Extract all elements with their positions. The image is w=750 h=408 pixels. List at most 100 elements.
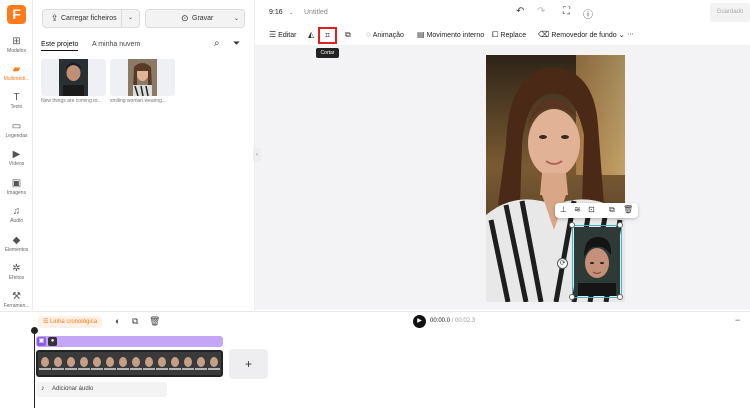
rail-item-elements[interactable]: ◆ Elementos [0, 235, 33, 253]
media-thumbnail-image [128, 59, 157, 96]
templates-icon: ⊞ [12, 36, 21, 47]
effects-icon: ✲ [12, 263, 21, 274]
search-icon[interactable]: ⌕ [214, 38, 220, 49]
timeline-icon: ☰ [42, 319, 50, 325]
rail-item-tools[interactable]: ⚒ Ferramen... [0, 291, 33, 309]
layers-icon[interactable]: ≋ [574, 205, 581, 214]
overlay-track-clip[interactable]: ▣ ● [36, 336, 223, 347]
rail-item-captions[interactable]: ▭ Legendas [0, 121, 33, 139]
media-caption: New things are coming to... [41, 98, 102, 104]
timeline-toggle-button[interactable]: ☰ Linha cronológica [38, 316, 102, 328]
rail-label: Áudio [10, 218, 23, 224]
media-thumbnail[interactable] [110, 59, 175, 96]
resize-handle[interactable] [569, 294, 575, 300]
duplicate-icon[interactable]: ⧉ [609, 205, 615, 215]
replace-button[interactable]: ⧠ Replace [492, 30, 526, 40]
top-bar: 9:16 ⌄ Untitled ↶ ↷ ⛶ ⓘ Guardado [255, 0, 750, 26]
add-audio-label: Adicionar áudio [52, 386, 94, 392]
resize-handle[interactable] [569, 222, 575, 228]
animation-button[interactable]: ◌ Animação [366, 30, 404, 39]
media-thumbnail[interactable] [41, 59, 106, 96]
rail-item-audio[interactable]: ♫ Áudio [0, 206, 33, 224]
rail-label: Legendas [5, 133, 28, 139]
copy-icon[interactable]: ⧉ [132, 316, 138, 327]
text-icon: T [13, 92, 20, 103]
sliders-icon: ☰ [269, 30, 277, 39]
aspect-ratio-selector[interactable]: 9:16 [269, 9, 283, 16]
rail-item-images[interactable]: ▣ Imagens [0, 178, 33, 196]
crop-tooltip: Cortar [316, 48, 339, 58]
collapse-panel-chevron-icon[interactable]: ‹ [253, 148, 261, 162]
elements-icon: ◆ [12, 235, 21, 246]
flip-icon[interactable]: ◭ [308, 30, 316, 39]
total-time: / 00:02.3 [451, 318, 476, 324]
rail-label: Vídeos [8, 161, 25, 167]
upload-dropdown-chevron-icon[interactable]: ⌄ [121, 10, 139, 27]
eraser-icon: ⌫ [538, 30, 550, 39]
tab-my-cloud[interactable]: A minha nuvem [92, 41, 140, 48]
chevron-down-icon[interactable]: ⌄ [289, 10, 293, 16]
crop-icon[interactable]: ⌗ [318, 27, 337, 44]
zoom-out-icon[interactable]: − [735, 315, 740, 325]
saved-button[interactable]: Guardado [710, 3, 750, 22]
current-time: 00:00.0 [430, 318, 451, 324]
edit-button[interactable]: ☰ Editar [269, 30, 296, 39]
clip-filmstrip [38, 352, 221, 375]
animation-icon: ◌ [366, 30, 371, 39]
selection-frame[interactable] [572, 225, 622, 298]
tools-icon: ⚒ [12, 291, 21, 302]
upload-button[interactable]: ⇪ Carregar ficheiros ⌄ [42, 9, 140, 28]
rail-item-text[interactable]: T Texto [0, 92, 33, 110]
filter-icon[interactable]: ⏷ [233, 38, 240, 49]
captions-icon: ▭ [11, 121, 22, 132]
layer-floating-toolbar: ⊥ ≋ ⊡ ⧉ 🗑 [555, 203, 638, 218]
screenshot-icon[interactable]: ⛶ [563, 6, 570, 17]
rail-label: Imagens [6, 190, 27, 196]
media-caption: smiling woman wearing... [110, 98, 167, 104]
media-panel: ⇪ Carregar ficheiros ⌄ ⊙ Gravar ⌄ Este p… [33, 0, 255, 310]
rotate-handle-icon[interactable]: ⟳ [557, 258, 568, 269]
replace-icon: ⧠ [492, 30, 499, 39]
record-button[interactable]: ⊙ Gravar ⌄ [145, 9, 245, 28]
motion-label: Movimento interno [426, 32, 485, 39]
app-logo[interactable]: F [7, 5, 26, 24]
media-thumbnail-image [59, 59, 88, 96]
delete-icon[interactable]: 🗑 [623, 205, 633, 214]
tab-this-project[interactable]: Este projeto [41, 41, 79, 51]
lock-icon[interactable]: ⊡ [588, 205, 595, 214]
add-clip-button[interactable]: + [229, 349, 268, 379]
rail-item-media[interactable]: ▰ Multimédi... [0, 64, 33, 82]
audio-icon: ♫ [12, 206, 21, 217]
redo-icon[interactable]: ↷ [537, 6, 545, 17]
record-label: Gravar [192, 15, 214, 22]
resize-handle[interactable] [617, 294, 623, 300]
help-icon[interactable]: ⓘ [583, 6, 593, 21]
remove-bg-label: Removedor de fundo [551, 32, 617, 39]
resize-handle[interactable] [617, 222, 623, 228]
remove-bg-button[interactable]: ⌫ Removedor de fundo ⌄ [538, 30, 625, 39]
rail-label: Elementos [4, 247, 29, 253]
motion-button[interactable]: ▤ Movimento interno [417, 30, 484, 39]
rail-label: Ferramen... [3, 303, 30, 309]
rail-item-videos[interactable]: ▶ Vídeos [0, 149, 33, 167]
playhead[interactable] [34, 330, 35, 408]
rail-item-templates[interactable]: ⊞ Modelos [0, 36, 33, 54]
edit-label: Editar [278, 32, 297, 39]
play-button[interactable]: ▶ [413, 315, 426, 328]
time-readout: 00:00.0 / 00:02.3 [430, 318, 475, 324]
left-rail: F ⊞ Modelos ▰ Multimédi... T Texto ▭ Leg… [0, 0, 33, 310]
project-title[interactable]: Untitled [304, 9, 328, 16]
split-icon[interactable]: ◐ [115, 316, 120, 326]
image-icon: ▣ [37, 337, 46, 346]
rail-item-effects[interactable]: ✲ Efeitos [0, 263, 33, 281]
main-track-clip[interactable] [36, 350, 223, 377]
align-icon[interactable]: ⊥ [560, 205, 567, 214]
add-audio-button[interactable]: ♪ Adicionar áudio [36, 382, 167, 397]
more-icon[interactable]: ⋯ [627, 30, 634, 38]
upload-icon: ⇪ [51, 13, 59, 23]
record-chevron-down-icon[interactable]: ⌄ [234, 15, 239, 22]
delete-icon[interactable]: 🗑 [149, 316, 160, 327]
undo-icon[interactable]: ↶ [516, 6, 524, 17]
music-note-icon: ♪ [41, 385, 45, 392]
mask-icon[interactable]: ⧉ [345, 30, 353, 40]
